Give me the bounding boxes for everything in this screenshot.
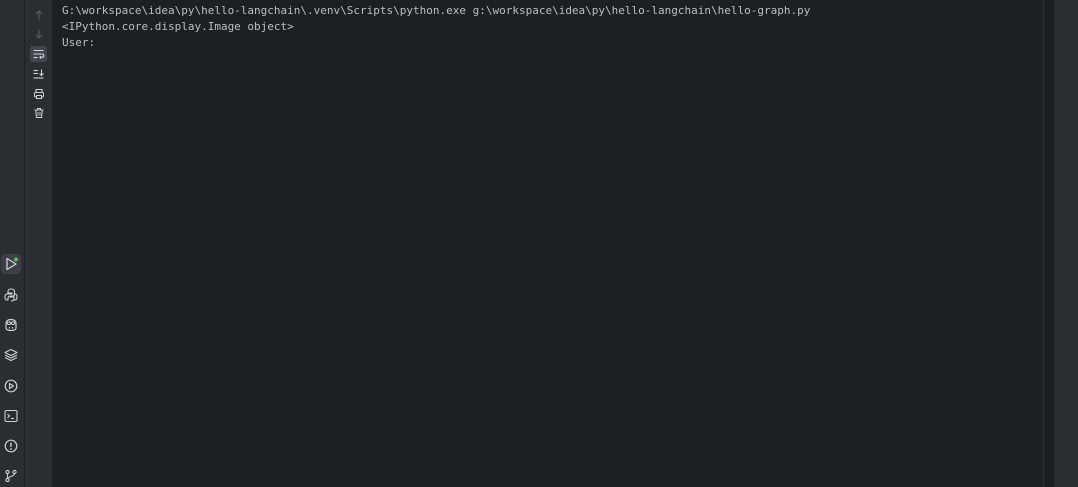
soft-wrap-icon — [32, 48, 45, 60]
git-branch-icon — [3, 468, 19, 484]
git-tool-button[interactable] — [1, 466, 21, 486]
console-output[interactable]: G:\workspace\idea\py\hello-langchain\.ve… — [53, 0, 1043, 487]
problems-tool-button[interactable] — [1, 436, 21, 456]
console-scrollbar[interactable] — [1043, 0, 1054, 487]
layers-tool-button[interactable] — [1, 345, 21, 365]
clear-all-button[interactable] — [30, 105, 47, 121]
scroll-to-end-button[interactable] — [30, 66, 47, 82]
print-button[interactable] — [30, 86, 47, 102]
left-tool-stripe — [0, 0, 25, 487]
next-occurrence-button[interactable] — [30, 26, 47, 42]
previous-occurrence-button[interactable] — [30, 7, 47, 23]
console-lines: G:\workspace\idea\py\hello-langchain\.ve… — [62, 3, 810, 51]
console-output-line: <IPython.core.display.Image object> — [62, 20, 294, 33]
copilot-tool-button[interactable] — [1, 315, 21, 335]
console-command-line: G:\workspace\idea\py\hello-langchain\.ve… — [62, 4, 811, 17]
print-icon — [33, 88, 45, 100]
run-icon — [3, 256, 19, 272]
python-console-icon — [3, 287, 19, 303]
scroll-to-end-icon — [32, 68, 45, 80]
copilot-icon — [3, 317, 19, 333]
up-arrow-icon — [33, 9, 45, 21]
problems-icon — [3, 438, 19, 454]
console-toolbar — [25, 0, 52, 487]
terminal-tool-button[interactable] — [1, 406, 21, 426]
services-icon — [3, 378, 19, 394]
down-arrow-icon — [33, 28, 45, 40]
layers-icon — [3, 347, 19, 363]
terminal-icon — [3, 408, 19, 424]
trash-icon — [33, 107, 45, 119]
console-input-prompt[interactable]: User: — [62, 35, 810, 51]
right-tool-stripe — [1054, 0, 1078, 487]
soft-wrap-button[interactable] — [30, 46, 47, 62]
python-console-tool-button[interactable] — [1, 285, 21, 305]
run-tool-button[interactable] — [1, 254, 21, 274]
services-tool-button[interactable] — [1, 376, 21, 396]
